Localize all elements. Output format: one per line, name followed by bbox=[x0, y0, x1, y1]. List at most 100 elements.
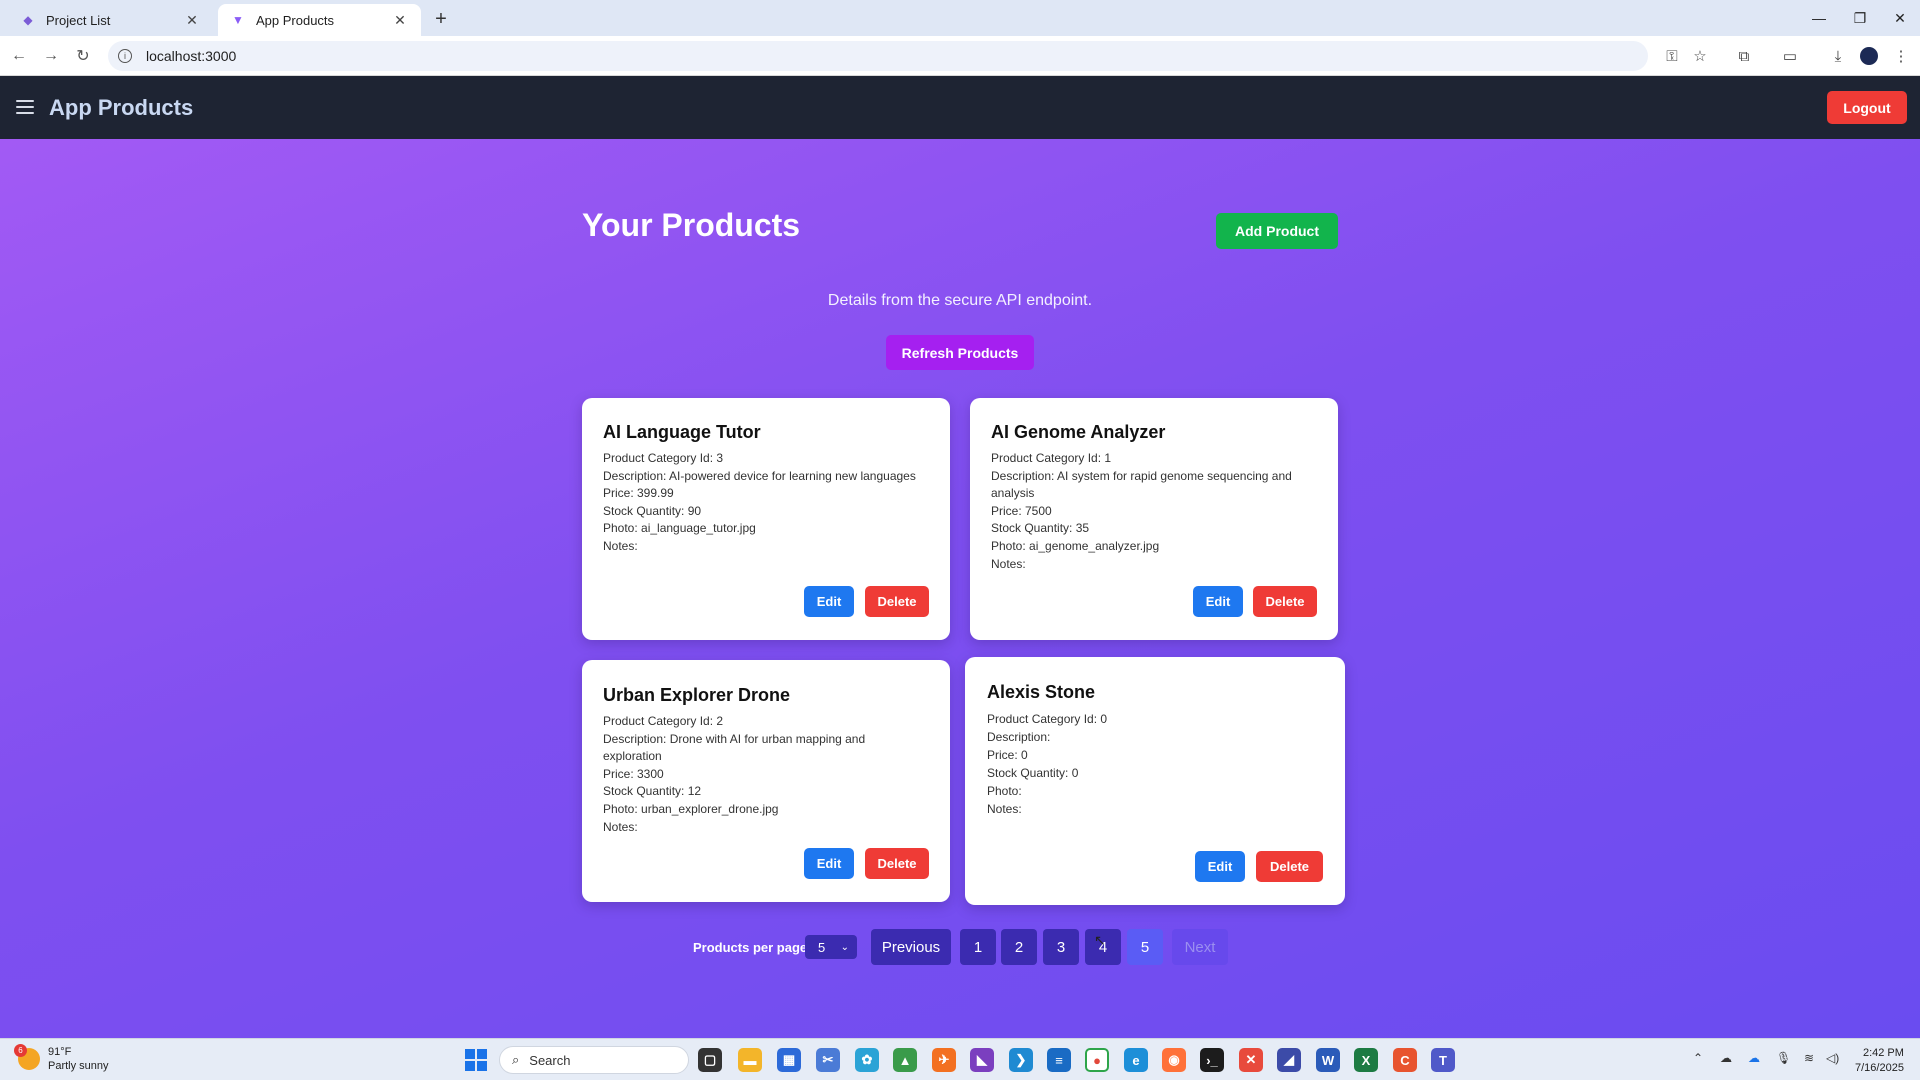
edit-button[interactable]: Edit bbox=[804, 586, 854, 617]
system-clock[interactable]: 2:42 PM 7/16/2025 bbox=[1855, 1046, 1904, 1076]
refresh-products-button[interactable]: Refresh Products bbox=[886, 335, 1034, 370]
microphone-icon[interactable]: 🎙 bbox=[1776, 1051, 1791, 1065]
sun-cloud-icon: 6 bbox=[14, 1044, 40, 1070]
edit-button[interactable]: Edit bbox=[1193, 586, 1243, 617]
forward-icon[interactable]: → bbox=[38, 44, 64, 68]
product-details: Product Category Id: 2 Description: Dron… bbox=[603, 713, 923, 836]
extensions-icon[interactable]: ⧉ bbox=[1733, 45, 1755, 67]
excel-icon[interactable]: X bbox=[1354, 1048, 1378, 1072]
clock-date: 7/16/2025 bbox=[1855, 1062, 1904, 1074]
product-name: AI Genome Analyzer bbox=[991, 422, 1166, 442]
next-page-button[interactable]: Next bbox=[1172, 929, 1228, 965]
password-key-icon[interactable]: ⚿ bbox=[1661, 45, 1683, 67]
calculator-icon[interactable]: ▦ bbox=[777, 1048, 801, 1072]
more-menu-icon[interactable]: ⋮ bbox=[1890, 45, 1912, 67]
new-tab-icon[interactable]: + bbox=[428, 6, 454, 32]
address-bar[interactable]: i localhost:3000 bbox=[108, 41, 1648, 71]
page-button-3[interactable]: 3 bbox=[1043, 929, 1079, 965]
taskbar-search[interactable]: ⌕ Search bbox=[499, 1046, 689, 1074]
cloud-icon[interactable]: ☁ bbox=[1720, 1051, 1732, 1065]
taskbar-search-label: Search bbox=[529, 1052, 571, 1068]
git-icon[interactable]: ✕ bbox=[1239, 1048, 1263, 1072]
reload-icon[interactable]: ↻ bbox=[70, 44, 96, 68]
tab-app-products[interactable]: ▼ App Products ✕ bbox=[218, 4, 421, 36]
product-name: Alexis Stone bbox=[987, 682, 1096, 702]
previous-page-button[interactable]: Previous bbox=[871, 929, 951, 965]
taskbar: 6 91°F Partly sunny ⌕ Search ▢ ▬ ▦ ✂ ✿ ▲… bbox=[0, 1038, 1920, 1080]
delete-button[interactable]: Delete bbox=[1253, 586, 1317, 617]
product-price: Price: 3300 bbox=[603, 766, 664, 781]
cast-icon[interactable]: ▭ bbox=[1779, 45, 1801, 67]
restore-icon[interactable]: ❐ bbox=[1840, 6, 1880, 30]
snipping-tool-icon[interactable]: ✂ bbox=[816, 1048, 840, 1072]
terminal-icon[interactable]: ›_ bbox=[1200, 1048, 1224, 1072]
product-photo: Photo: bbox=[987, 784, 1022, 798]
project-favicon-icon: ◆ bbox=[23, 13, 33, 27]
show-hidden-icons-icon[interactable]: ⌃ bbox=[1693, 1051, 1703, 1065]
product-card: AI Language Tutor Product Category Id: 3… bbox=[582, 398, 950, 640]
postman-icon[interactable]: ✈ bbox=[932, 1048, 956, 1072]
visual-studio-icon[interactable]: ◣ bbox=[970, 1048, 994, 1072]
delete-button[interactable]: Delete bbox=[1256, 851, 1323, 882]
windows-start-icon[interactable] bbox=[465, 1049, 487, 1071]
product-price: Price: 399.99 bbox=[603, 486, 674, 501]
back-icon[interactable]: ← bbox=[6, 44, 32, 68]
edit-button[interactable]: Edit bbox=[804, 848, 854, 879]
download-icon[interactable]: ⤓ bbox=[1827, 45, 1849, 67]
product-category: Product Category Id: 2 bbox=[603, 714, 724, 728]
close-window-icon[interactable]: ✕ bbox=[1880, 6, 1920, 30]
search-icon: ⌕ bbox=[512, 1052, 520, 1067]
product-photo: Photo: urban_explorer_drone.jpg bbox=[603, 801, 779, 816]
profile-avatar-icon[interactable] bbox=[1858, 45, 1880, 67]
hamburger-menu-icon[interactable] bbox=[16, 100, 34, 114]
site-info-icon[interactable]: i bbox=[118, 49, 132, 63]
onedrive-icon[interactable]: ☁ bbox=[1748, 1051, 1760, 1065]
close-tab-icon[interactable]: ✕ bbox=[183, 12, 201, 29]
product-details: Product Category Id: 1 Description: AI s… bbox=[991, 450, 1311, 573]
url-text: localhost:3000 bbox=[146, 48, 237, 64]
volume-icon[interactable]: ◁) bbox=[1826, 1051, 1839, 1065]
sql-server-icon[interactable]: ≡ bbox=[1047, 1048, 1071, 1072]
product-card: AI Genome Analyzer Product Category Id: … bbox=[970, 398, 1338, 640]
product-category: Product Category Id: 0 bbox=[987, 712, 1108, 726]
azure-data-studio-icon[interactable]: ◢ bbox=[1277, 1048, 1301, 1072]
edit-button[interactable]: Edit bbox=[1195, 851, 1245, 882]
per-page-label: Products per page: bbox=[693, 940, 812, 955]
product-name: AI Language Tutor bbox=[603, 422, 761, 442]
minimize-icon[interactable]: — bbox=[1799, 6, 1839, 30]
delete-button[interactable]: Delete bbox=[865, 586, 929, 617]
app-c-icon[interactable]: C bbox=[1393, 1048, 1417, 1072]
tab-project-list[interactable]: ◆ Project List ✕ bbox=[8, 4, 213, 36]
page-subtitle: Details from the secure API endpoint. bbox=[827, 292, 1093, 309]
teams-icon[interactable]: T bbox=[1431, 1048, 1455, 1072]
page-title: Your Products bbox=[582, 207, 801, 243]
delete-button[interactable]: Delete bbox=[865, 848, 929, 879]
page-button-5-current[interactable]: 5 bbox=[1127, 929, 1163, 965]
weather-widget[interactable]: 6 91°F Partly sunny bbox=[14, 1044, 109, 1073]
product-notes: Notes: bbox=[991, 556, 1026, 571]
product-description: Description: AI-powered device for learn… bbox=[603, 468, 916, 483]
task-view-icon[interactable]: ▢ bbox=[698, 1048, 722, 1072]
settings-app-icon[interactable]: ✿ bbox=[855, 1048, 879, 1072]
bookmark-star-icon[interactable]: ☆ bbox=[1689, 45, 1711, 67]
add-product-button[interactable]: Add Product bbox=[1216, 213, 1338, 249]
product-details: Product Category Id: 3 Description: AI-p… bbox=[603, 450, 933, 556]
product-price: Price: 0 bbox=[987, 748, 1028, 762]
word-icon[interactable]: W bbox=[1316, 1048, 1340, 1072]
per-page-value: 5 bbox=[818, 939, 826, 955]
file-explorer-icon[interactable]: ▬ bbox=[738, 1048, 762, 1072]
per-page-select[interactable]: 5 ⌄ bbox=[805, 935, 857, 959]
vscode-icon[interactable]: ❯ bbox=[1009, 1048, 1033, 1072]
photos-icon[interactable]: ▲ bbox=[893, 1048, 917, 1072]
close-tab-icon[interactable]: ✕ bbox=[391, 12, 409, 29]
logout-button[interactable]: Logout bbox=[1827, 91, 1907, 124]
page-button-2[interactable]: 2 bbox=[1001, 929, 1037, 965]
chevron-down-icon: ⌄ bbox=[840, 941, 849, 953]
product-details: Product Category Id: 0 Description: Pric… bbox=[987, 710, 1317, 818]
wifi-icon[interactable]: ≋ bbox=[1804, 1051, 1814, 1065]
chrome-icon[interactable]: ● bbox=[1085, 1048, 1109, 1072]
edge-icon[interactable]: e bbox=[1124, 1048, 1148, 1072]
page-button-1[interactable]: 1 bbox=[960, 929, 996, 965]
clock-time: 2:42 PM bbox=[1862, 1047, 1904, 1059]
firefox-icon[interactable]: ◉ bbox=[1162, 1048, 1186, 1072]
